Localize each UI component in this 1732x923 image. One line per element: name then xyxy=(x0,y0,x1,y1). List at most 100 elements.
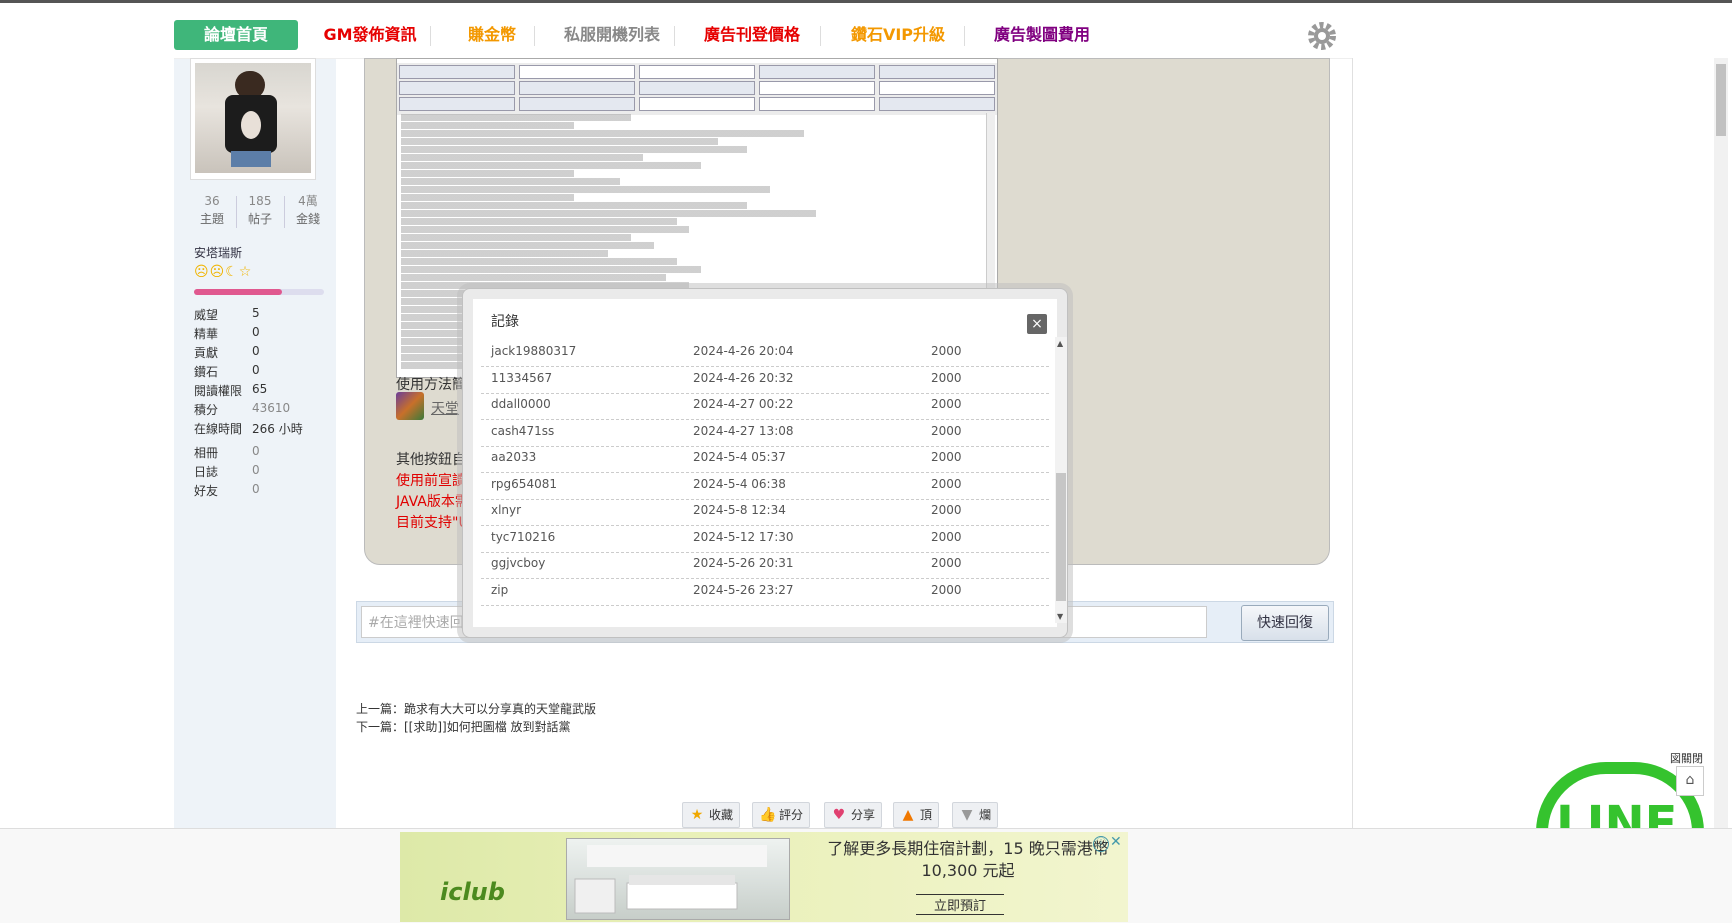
gear-icon[interactable] xyxy=(1304,18,1340,54)
prop-value: 5 xyxy=(252,306,260,320)
modal-scrollbar[interactable]: ▲ ▼ xyxy=(1055,337,1067,623)
stat-divider xyxy=(284,196,285,228)
prop-essence: 精華 0 xyxy=(194,325,260,342)
attachment-link[interactable]: 天堂 xyxy=(431,398,459,418)
usage-text: 使用方法簡 xyxy=(396,377,466,393)
prop-value: 266 小時 xyxy=(252,422,303,436)
editor-toolbar xyxy=(397,63,997,115)
next-thread-link[interactable]: 下一篇：[[求助]]如何把圖檔 放到對話黨 xyxy=(356,718,571,735)
share-button[interactable]: ♥ 分享 xyxy=(824,802,883,828)
prop-read-permission: 閱讀權限 65 xyxy=(194,382,267,399)
nav-divider xyxy=(430,26,431,46)
downvote-button[interactable]: ▼ 爛 xyxy=(952,802,999,828)
toolbar-select xyxy=(879,81,995,95)
prop-friends[interactable]: 好友 0 xyxy=(194,482,260,499)
prop-label: 精華 xyxy=(194,327,219,341)
cell-amount: 2000 xyxy=(931,423,962,438)
close-float-label[interactable]: 図關閉 xyxy=(1670,750,1703,766)
author-username[interactable]: 安塔瑞斯 xyxy=(194,244,242,261)
code-line xyxy=(401,114,632,121)
toolbar-button xyxy=(639,81,755,95)
ad-cta-button[interactable]: 立即預訂 xyxy=(916,894,1005,915)
cell-time: 2024-5-12 17:30 xyxy=(693,529,794,544)
ad-close-icon[interactable]: ✕ xyxy=(1110,834,1122,850)
browser-top-border xyxy=(0,0,1732,3)
stat-topics[interactable]: 36 主題 xyxy=(190,192,234,228)
toolbar-button xyxy=(399,81,515,95)
stat-posts[interactable]: 185 帖子 xyxy=(238,192,282,228)
prop-value: 0 xyxy=(252,444,260,458)
page-scroll-thumb[interactable] xyxy=(1716,64,1726,136)
code-line xyxy=(401,186,770,193)
favorite-button[interactable]: ★ 收藏 xyxy=(682,802,741,828)
toolbar-button xyxy=(879,65,995,79)
prop-label: 威望 xyxy=(194,308,219,322)
code-line xyxy=(401,226,689,233)
nav-vip-upgrade[interactable]: 鑽石VIP升級 xyxy=(828,20,968,50)
archive-icon[interactable] xyxy=(396,392,424,420)
code-line xyxy=(401,242,655,249)
records-modal: 記錄 × jack19880317 2024-4-26 20:04 2000 1133… xyxy=(462,288,1068,638)
cell-time: 2024-5-8 12:34 xyxy=(693,503,786,517)
avatar[interactable] xyxy=(190,58,316,180)
cell-time: 2024-4-26 20:04 xyxy=(693,344,794,358)
code-line xyxy=(401,130,805,137)
modal-scroll-thumb[interactable] xyxy=(1056,473,1066,601)
code-line xyxy=(401,202,747,209)
prop-label: 積分 xyxy=(194,403,219,417)
thumbs-up-icon: 👍 xyxy=(759,807,777,823)
ad-logo: iclub xyxy=(440,878,505,906)
cell-amount: 2000 xyxy=(931,476,962,491)
prop-value: 43610 xyxy=(252,401,291,415)
close-icon[interactable]: × xyxy=(1027,314,1047,334)
table-row: rpg654081 2024-5-4 06:38 2000 xyxy=(481,470,1049,500)
cell-time: 2024-4-27 13:08 xyxy=(693,423,794,438)
cell-amount: 2000 xyxy=(931,370,962,385)
code-line xyxy=(401,146,747,153)
nav-ad-design-fees[interactable]: 廣告製圖費用 xyxy=(972,20,1112,50)
ad-photo xyxy=(566,838,790,920)
nav-gm-news[interactable]: GM發佈資訊 xyxy=(300,20,440,50)
code-line xyxy=(401,250,609,257)
nav-forum-home[interactable]: 論壇首頁 xyxy=(174,20,298,50)
table-row: tyc710216 2024-5-12 17:30 2000 xyxy=(481,523,1049,553)
cell-user: zip xyxy=(491,582,509,597)
code-line xyxy=(401,210,816,217)
prop-label: 在線時間 xyxy=(194,422,243,436)
prop-diamond: 鑽石 0 xyxy=(194,363,260,380)
stat-label: 金錢 xyxy=(295,212,320,226)
cell-time: 2024-4-27 00:22 xyxy=(693,397,794,411)
rank-progress-bar xyxy=(194,289,324,295)
upvote-button[interactable]: ▲ 頂 xyxy=(893,802,940,828)
stat-money[interactable]: 4萬 金錢 xyxy=(286,192,330,228)
cell-user: xlnyr xyxy=(491,503,522,517)
prop-value: 0 xyxy=(252,325,260,339)
scroll-up-icon[interactable]: ▲ xyxy=(1057,339,1063,348)
prev-thread-link[interactable]: 上一篇：跪求有大大可以分享真的天堂龍武版 xyxy=(356,700,596,717)
stat-divider xyxy=(236,196,237,228)
table-row: ggjvcboy 2024-5-26 20:31 2000 xyxy=(481,549,1049,579)
code-line xyxy=(401,178,620,185)
prop-albums[interactable]: 相冊 0 xyxy=(194,444,260,461)
info-icon[interactable]: ⓘ xyxy=(1093,836,1109,852)
nav-earn-coins[interactable]: 賺金幣 xyxy=(438,20,546,50)
action-label: 評分 xyxy=(779,808,804,822)
rank-icons: ☹☹☾☆ xyxy=(194,264,253,280)
table-row: aa2033 2024-5-4 05:37 2000 xyxy=(481,443,1049,473)
nav-ad-prices[interactable]: 廣告刊登價格 xyxy=(682,20,822,50)
toolbar-select xyxy=(759,97,875,111)
records-table: jack19880317 2024-4-26 20:04 2000 11334567 2… xyxy=(481,337,1051,623)
rate-button[interactable]: 👍 評分 xyxy=(752,802,811,828)
page-scrollbar[interactable] xyxy=(1714,58,1728,828)
ad-banner[interactable]: iclub 了解更多長期住宿計劃，15 晚只需港幣 10,300 元起 立即預訂… xyxy=(400,832,1128,922)
nav-server-list[interactable]: 私服開機列表 xyxy=(542,20,682,50)
quick-reply-button[interactable]: 快速回復 xyxy=(1241,605,1329,641)
rank-progress-fill xyxy=(194,289,283,295)
cell-user: jack19880317 xyxy=(491,344,577,358)
prop-blogs[interactable]: 日誌 0 xyxy=(194,463,260,480)
scroll-down-icon[interactable]: ▼ xyxy=(1057,612,1063,621)
cell-amount: 2000 xyxy=(931,529,962,544)
arrow-down-icon: ▼ xyxy=(961,807,973,823)
close-float-icon[interactable]: ⌂ xyxy=(1676,766,1704,796)
code-line xyxy=(401,154,643,161)
